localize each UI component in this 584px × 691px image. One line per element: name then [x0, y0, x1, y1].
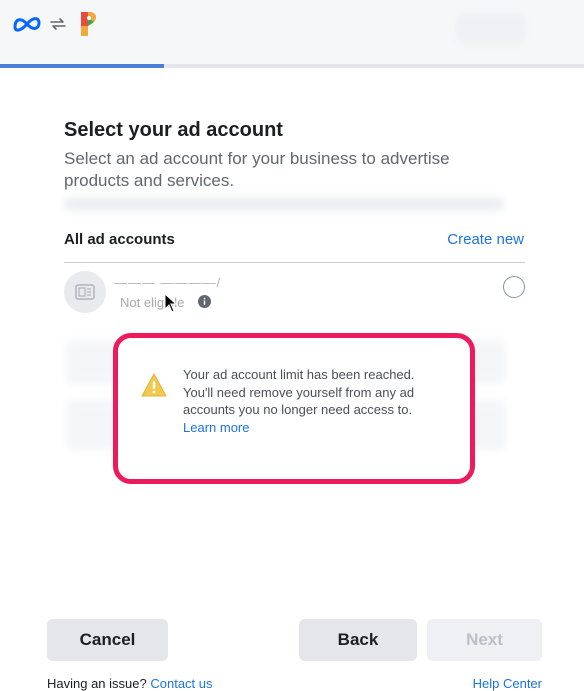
ad-account-row[interactable]: ——— ————/ Not eligible: [58, 265, 534, 321]
alert-message: Your ad account limit has been reached. …: [183, 367, 415, 417]
warning-icon: [141, 373, 167, 397]
issue-text: Having an issue?: [47, 676, 147, 691]
footer-issue: Having an issue? Contact us: [47, 676, 213, 691]
help-center-link[interactable]: Help Center: [473, 676, 542, 691]
top-bar: [0, 0, 584, 66]
create-new-link[interactable]: Create new: [447, 231, 524, 248]
account-radio-button[interactable]: [503, 276, 525, 298]
page-title: Select your ad account: [64, 119, 283, 141]
meta-logo-icon: [13, 17, 41, 32]
blurred-row: [64, 197, 504, 211]
account-name: ——— ————/: [114, 275, 222, 290]
ad-account-icon: [75, 284, 95, 300]
partner-app-logo-icon: [81, 12, 97, 36]
all-accounts-label: All ad accounts: [64, 231, 175, 248]
learn-more-link[interactable]: Learn more: [183, 419, 443, 437]
progress-bar-fill: [0, 64, 164, 68]
alert-text: Your ad account limit has been reached. …: [183, 366, 443, 436]
mouse-cursor-icon: [164, 293, 178, 313]
blurred-header-area: [456, 14, 526, 44]
account-limit-alert: Your ad account limit has been reached. …: [113, 333, 475, 484]
account-avatar: [64, 271, 106, 313]
cancel-button[interactable]: Cancel: [47, 619, 168, 661]
contact-us-link[interactable]: Contact us: [150, 676, 212, 691]
sync-arrows-icon: [50, 18, 66, 30]
section-divider: [64, 262, 525, 263]
back-button[interactable]: Back: [299, 619, 417, 661]
progress-bar: [0, 64, 584, 68]
page-subtitle: Select an ad account for your business t…: [64, 149, 450, 190]
info-icon[interactable]: [198, 295, 211, 308]
next-button[interactable]: Next: [427, 619, 542, 661]
